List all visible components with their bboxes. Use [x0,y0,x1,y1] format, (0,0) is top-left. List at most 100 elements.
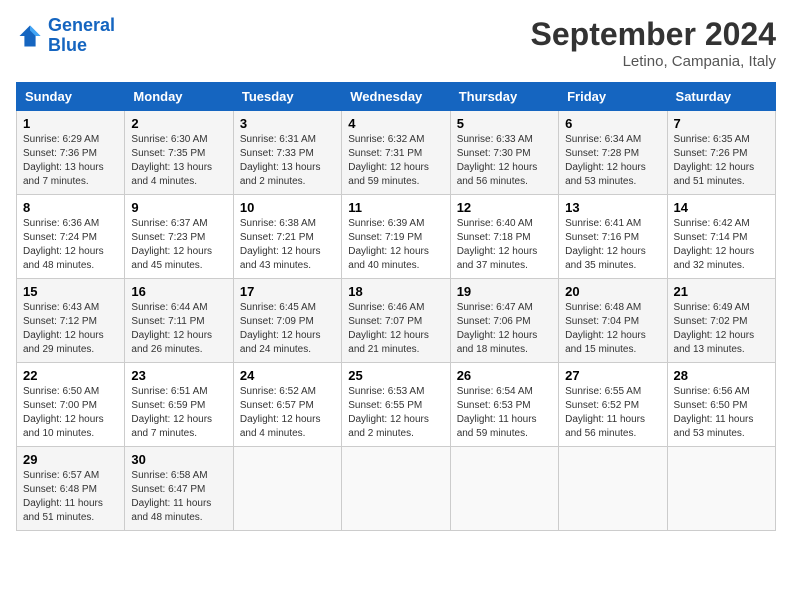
day-info: Sunrise: 6:39 AM Sunset: 7:19 PM Dayligh… [348,217,443,273]
calendar-cell: 19 Sunrise: 6:47 AM Sunset: 7:06 PM Dayli… [450,279,558,363]
day-number: 26 [457,368,552,383]
calendar-cell: 25 Sunrise: 6:53 AM Sunset: 6:55 PM Dayli… [342,363,450,447]
day-number: 30 [131,452,226,467]
calendar-cell: 9 Sunrise: 6:37 AM Sunset: 7:23 PM Daylig… [125,195,233,279]
calendar-week-row: 8 Sunrise: 6:36 AM Sunset: 7:24 PM Daylig… [17,195,776,279]
weekday-header: Monday [125,83,233,111]
day-number: 8 [23,200,118,215]
day-number: 27 [565,368,660,383]
day-number: 19 [457,284,552,299]
calendar-cell: 1 Sunrise: 6:29 AM Sunset: 7:36 PM Daylig… [17,111,125,195]
day-number: 7 [674,116,769,131]
day-info: Sunrise: 6:30 AM Sunset: 7:35 PM Dayligh… [131,133,226,189]
calendar-cell [667,447,775,531]
logo-line2: Blue [48,35,87,55]
calendar-cell: 10 Sunrise: 6:38 AM Sunset: 7:21 PM Dayli… [233,195,341,279]
day-info: Sunrise: 6:40 AM Sunset: 7:18 PM Dayligh… [457,217,552,273]
day-info: Sunrise: 6:53 AM Sunset: 6:55 PM Dayligh… [348,385,443,441]
calendar-cell: 17 Sunrise: 6:45 AM Sunset: 7:09 PM Dayli… [233,279,341,363]
day-number: 2 [131,116,226,131]
day-number: 20 [565,284,660,299]
day-number: 6 [565,116,660,131]
page-header: General Blue September 2024 Letino, Camp… [16,16,776,70]
day-info: Sunrise: 6:41 AM Sunset: 7:16 PM Dayligh… [565,217,660,273]
calendar-cell: 22 Sunrise: 6:50 AM Sunset: 7:00 PM Dayli… [17,363,125,447]
calendar-table: SundayMondayTuesdayWednesdayThursdayFrid… [16,82,776,531]
day-info: Sunrise: 6:54 AM Sunset: 6:53 PM Dayligh… [457,385,552,441]
day-info: Sunrise: 6:42 AM Sunset: 7:14 PM Dayligh… [674,217,769,273]
day-number: 1 [23,116,118,131]
day-number: 17 [240,284,335,299]
calendar-week-row: 29Sunrise: 6:57 AM Sunset: 6:48 PM Dayli… [17,447,776,531]
calendar-week-row: 22 Sunrise: 6:50 AM Sunset: 7:00 PM Dayli… [17,363,776,447]
day-info: Sunrise: 6:36 AM Sunset: 7:24 PM Dayligh… [23,217,118,273]
day-info: Sunrise: 6:50 AM Sunset: 7:00 PM Dayligh… [23,385,118,441]
calendar-cell: 26 Sunrise: 6:54 AM Sunset: 6:53 PM Dayli… [450,363,558,447]
day-info: Sunrise: 6:51 AM Sunset: 6:59 PM Dayligh… [131,385,226,441]
calendar-week-row: 15 Sunrise: 6:43 AM Sunset: 7:12 PM Dayli… [17,279,776,363]
logo-line1: General [48,15,115,35]
day-number: 11 [348,200,443,215]
calendar-cell: 18 Sunrise: 6:46 AM Sunset: 7:07 PM Dayli… [342,279,450,363]
calendar-cell: 7Sunrise: 6:35 AM Sunset: 7:26 PM Daylig… [667,111,775,195]
weekday-header: Thursday [450,83,558,111]
weekday-header: Sunday [17,83,125,111]
day-number: 21 [674,284,769,299]
calendar-cell: 5Sunrise: 6:33 AM Sunset: 7:30 PM Daylig… [450,111,558,195]
day-info: Sunrise: 6:33 AM Sunset: 7:30 PM Dayligh… [457,133,552,189]
calendar-cell: 6 Sunrise: 6:34 AM Sunset: 7:28 PM Daylig… [559,111,667,195]
day-info: Sunrise: 6:56 AM Sunset: 6:50 PM Dayligh… [674,385,769,441]
calendar-cell: 24Sunrise: 6:52 AM Sunset: 6:57 PM Dayli… [233,363,341,447]
calendar-cell [559,447,667,531]
day-number: 9 [131,200,226,215]
day-number: 22 [23,368,118,383]
day-info: Sunrise: 6:48 AM Sunset: 7:04 PM Dayligh… [565,301,660,357]
day-info: Sunrise: 6:37 AM Sunset: 7:23 PM Dayligh… [131,217,226,273]
calendar-cell: 15 Sunrise: 6:43 AM Sunset: 7:12 PM Dayli… [17,279,125,363]
day-number: 18 [348,284,443,299]
calendar-cell [450,447,558,531]
calendar-week-row: 1 Sunrise: 6:29 AM Sunset: 7:36 PM Daylig… [17,111,776,195]
weekday-header: Saturday [667,83,775,111]
day-number: 10 [240,200,335,215]
day-info: Sunrise: 6:49 AM Sunset: 7:02 PM Dayligh… [674,301,769,357]
weekday-header-row: SundayMondayTuesdayWednesdayThursdayFrid… [17,83,776,111]
day-info: Sunrise: 6:29 AM Sunset: 7:36 PM Dayligh… [23,133,118,189]
day-number: 24 [240,368,335,383]
calendar-cell: 27Sunrise: 6:55 AM Sunset: 6:52 PM Dayli… [559,363,667,447]
day-info: Sunrise: 6:45 AM Sunset: 7:09 PM Dayligh… [240,301,335,357]
calendar-cell: 16 Sunrise: 6:44 AM Sunset: 7:11 PM Dayli… [125,279,233,363]
day-info: Sunrise: 6:43 AM Sunset: 7:12 PM Dayligh… [23,301,118,357]
location-title: Letino, Campania, Italy [531,53,776,70]
day-info: Sunrise: 6:38 AM Sunset: 7:21 PM Dayligh… [240,217,335,273]
day-info: Sunrise: 6:47 AM Sunset: 7:06 PM Dayligh… [457,301,552,357]
calendar-cell: 28 Sunrise: 6:56 AM Sunset: 6:50 PM Dayli… [667,363,775,447]
calendar-cell: 30Sunrise: 6:58 AM Sunset: 6:47 PM Dayli… [125,447,233,531]
weekday-header: Friday [559,83,667,111]
calendar-cell: 14Sunrise: 6:42 AM Sunset: 7:14 PM Dayli… [667,195,775,279]
day-number: 12 [457,200,552,215]
month-title: September 2024 [531,16,776,53]
day-number: 23 [131,368,226,383]
day-number: 25 [348,368,443,383]
calendar-cell: 13 Sunrise: 6:41 AM Sunset: 7:16 PM Dayli… [559,195,667,279]
calendar-cell: 4Sunrise: 6:32 AM Sunset: 7:31 PM Daylig… [342,111,450,195]
logo: General Blue [16,16,115,56]
calendar-cell: 3Sunrise: 6:31 AM Sunset: 7:33 PM Daylig… [233,111,341,195]
calendar-cell: 21 Sunrise: 6:49 AM Sunset: 7:02 PM Dayli… [667,279,775,363]
day-number: 28 [674,368,769,383]
day-number: 15 [23,284,118,299]
logo-text: General Blue [48,16,115,56]
day-info: Sunrise: 6:34 AM Sunset: 7:28 PM Dayligh… [565,133,660,189]
day-info: Sunrise: 6:44 AM Sunset: 7:11 PM Dayligh… [131,301,226,357]
day-number: 4 [348,116,443,131]
calendar-cell [233,447,341,531]
calendar-cell: 11 Sunrise: 6:39 AM Sunset: 7:19 PM Dayli… [342,195,450,279]
day-number: 16 [131,284,226,299]
calendar-cell: 8 Sunrise: 6:36 AM Sunset: 7:24 PM Daylig… [17,195,125,279]
day-info: Sunrise: 6:46 AM Sunset: 7:07 PM Dayligh… [348,301,443,357]
calendar-cell: 29Sunrise: 6:57 AM Sunset: 6:48 PM Dayli… [17,447,125,531]
title-block: September 2024 Letino, Campania, Italy [531,16,776,70]
day-number: 13 [565,200,660,215]
calendar-cell [342,447,450,531]
